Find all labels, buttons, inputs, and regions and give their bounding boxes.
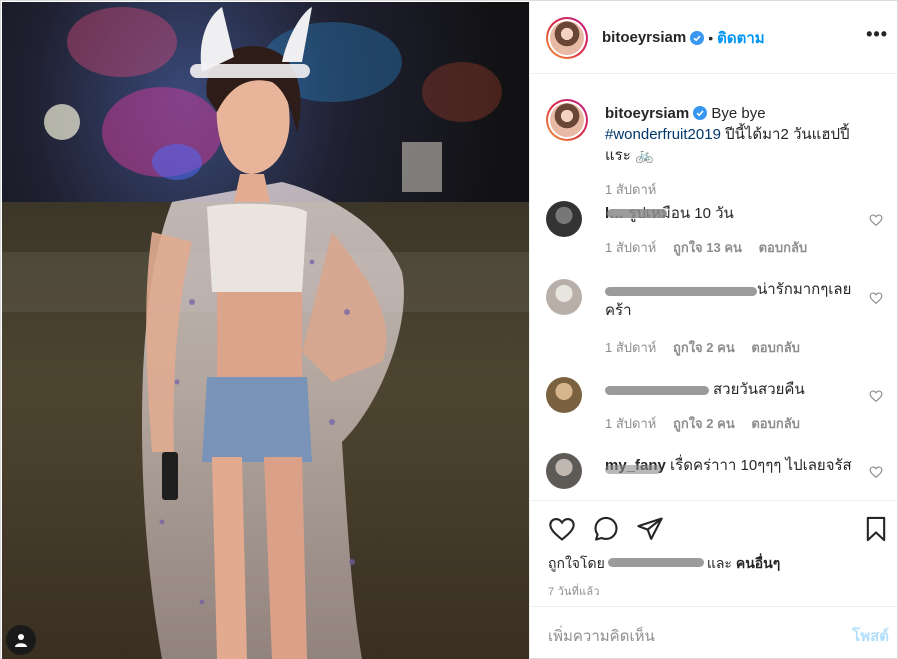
comments-list[interactable]: bitoeyrsiam Bye bye #wonderfruit2019 ปีน… [530,75,898,499]
comment-time[interactable]: 1 สัปดาห์ [605,240,656,255]
comment-avatar[interactable] [546,377,582,413]
verified-icon [690,30,705,45]
author-username[interactable]: bitoeyrsiam [602,29,686,46]
comment-meta: 1 สัปดาห์ ถูกใจ 2 คน ตอบกลับ [605,337,813,358]
redaction-mark [608,558,704,567]
comment-heart-icon[interactable] [869,465,883,479]
caption-avatar[interactable] [546,99,588,141]
comment-avatar[interactable] [546,279,582,315]
comment-avatar[interactable] [546,453,582,489]
share-icon[interactable] [636,515,664,543]
bookmark-icon[interactable] [862,515,890,543]
post-date[interactable]: 7 วันที่แล้ว [548,582,600,600]
comment-likes[interactable]: ถูกใจ 13 คน [673,240,742,255]
post-side-panel: bitoeyrsiam • ติดตาม ••• bitoeyrsiam Bye… [529,2,898,659]
comment-text: น่ารักมากๆเลยคร้า [605,279,853,321]
comment-time[interactable]: 1 สัปดาห์ [605,416,656,431]
caption-meta: 1 สัปดาห์ [605,179,669,200]
post-comment-button[interactable]: โพสต์ [852,624,889,648]
reply-button[interactable]: ตอบกลับ [751,416,800,431]
liked-by-and: และ [706,555,732,571]
comment-likes[interactable]: ถูกใจ 2 คน [673,416,735,431]
caption-text-before: Bye bye [711,105,766,122]
caption-text: bitoeyrsiam Bye bye #wonderfruit2019 ปีน… [605,103,853,166]
author-avatar[interactable] [546,16,588,59]
comment-body: เรื่ดคร่าาา 10ๆๆๆ ไปเลยจรัส [670,457,852,474]
comment-meta: 1 สัปดาห์ ถูกใจ 2 คน ตอบกลับ [605,413,813,434]
comment-time[interactable]: 1 สัปดาห์ [605,340,656,355]
post-header: bitoeyrsiam • ติดตาม ••• [530,2,898,74]
comment-input[interactable]: เพิ่มความคิดเห็น [548,624,655,648]
comment-heart-icon[interactable] [869,213,883,227]
comment-likes[interactable]: ถูกใจ 2 คน [673,340,735,355]
comment-avatar[interactable] [546,201,582,237]
caption-hashtag[interactable]: #wonderfruit2019 [605,126,721,143]
caption-username[interactable]: bitoeyrsiam [605,105,689,122]
separator-dot: • [708,29,714,46]
add-comment-bar: เพิ่มความคิดเห็น โพสต์ [530,606,898,659]
reply-button[interactable]: ตอบกลับ [751,340,800,355]
liked-by-prefix: ถูกใจโดย [548,555,605,571]
caption-time[interactable]: 1 สัปดาห์ [605,182,656,197]
post-actions: ถูกใจโดย และ คนอื่นๆ 7 วันที่แล้ว [530,500,898,605]
more-options-icon[interactable]: ••• [866,24,888,45]
photo-illustration [2,2,529,659]
heart-icon[interactable] [548,515,576,543]
redaction-mark [605,465,661,474]
post-modal: bitoeyrsiam • ติดตาม ••• bitoeyrsiam Bye… [0,0,898,659]
redaction-mark [605,386,709,395]
reply-button[interactable]: ตอบกลับ [759,240,808,255]
liked-by-others[interactable]: คนอื่นๆ [736,555,780,571]
comment-heart-icon[interactable] [869,389,883,403]
user-tag-icon[interactable] [6,625,36,655]
comment-heart-icon[interactable] [869,291,883,305]
redaction-mark [607,209,667,218]
post-photo[interactable] [2,2,529,659]
redaction-mark [605,287,757,296]
comment-body: สวยวันสวยคืน [713,381,805,398]
comment-icon[interactable] [592,515,620,543]
follow-button[interactable]: ติดตาม [717,26,765,50]
comment-meta: 1 สัปดาห์ ถูกใจ 13 คน ตอบกลับ [605,237,820,258]
verified-icon [693,106,708,120]
